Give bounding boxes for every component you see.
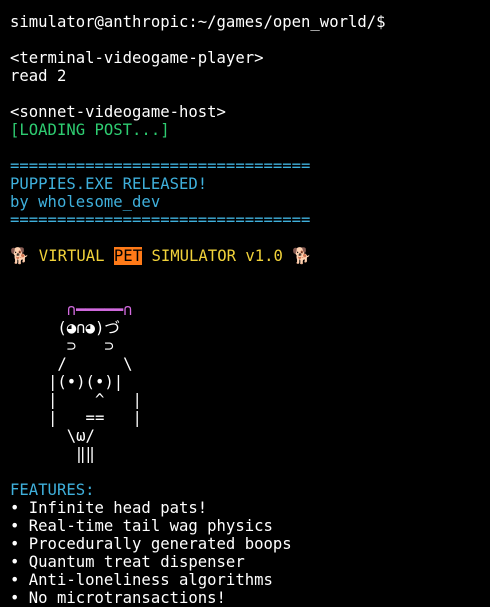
player-command: read 2 [10,67,67,85]
game-title-part1: VIRTUAL [29,247,114,265]
game-title-part2: SIMULATOR v1.0 [142,247,293,265]
art-line: | ^ | [48,391,142,409]
feature-item: • Procedurally generated boops [10,535,292,553]
game-title: 🐕 VIRTUAL PET SIMULATOR v1.0 🐕 [10,247,480,265]
host-tag: <sonnet-videogame-host> [10,103,226,121]
art-line: |(•)(•)| [48,373,124,391]
feature-item: • Quantum treat dispenser [10,553,245,571]
divider-bottom: ================================ [10,211,311,229]
art-line: \ω/ [48,427,95,445]
art-line: ⊃ ⊃ [48,337,114,355]
feature-item: • No microtransactions! [10,589,226,607]
dog-icon-left: 🐕 [10,247,30,265]
art-line: ‖‖ [48,445,95,463]
art-line: (◕∩◕)づ [48,319,120,337]
features-header: FEATURES: [10,481,95,499]
shell-prompt: simulator@anthropic:~/games/open_world/$ [10,13,386,31]
game-title-highlight: PET [113,247,143,265]
feature-item: • Infinite head pats! [10,499,208,517]
ascii-pet-art: ∩━━━━━∩ (◕∩◕)づ ⊃ ⊃ / \ |(•)(•)| | ^ | | == … [48,301,480,463]
loading-status: [LOADING POST...] [10,121,170,139]
pet-ears: ∩━━━━━∩ [48,301,133,319]
art-line: | == | [48,409,142,427]
art-line: / \ [48,355,133,373]
release-author: by wholesome_dev [10,193,161,211]
divider-top: ================================ [10,157,311,175]
terminal-window: simulator@anthropic:~/games/open_world/$… [0,0,490,607]
dog-icon-right: 🐕 [292,247,312,265]
player-tag: <terminal-videogame-player> [10,49,264,67]
feature-item: • Anti-loneliness algorithms [10,571,273,589]
release-title: PUPPIES.EXE RELEASED! [10,175,208,193]
feature-item: • Real-time tail wag physics [10,517,273,535]
